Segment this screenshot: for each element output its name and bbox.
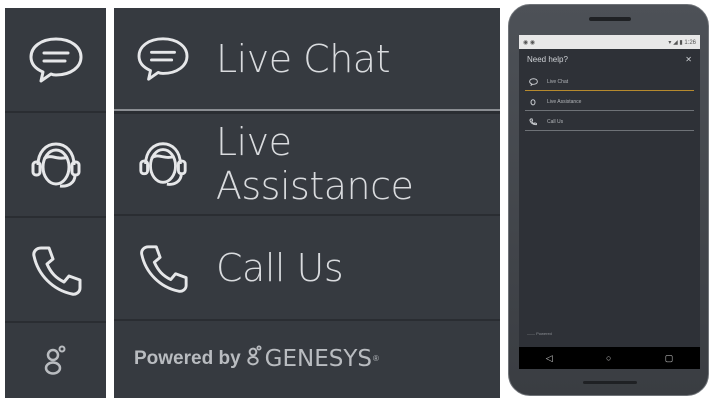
phone-header: Need help? ✕ — [519, 49, 700, 69]
phone-menu-item-label: Live Assistance — [547, 98, 582, 105]
menu-item-label: Live Chat — [216, 36, 390, 81]
sidebar-chat-button[interactable] — [5, 8, 106, 111]
agent-headset-icon — [134, 135, 192, 193]
phone-header-title: Need help? — [527, 54, 568, 64]
menu-item-live-chat[interactable]: Live Chat — [114, 8, 500, 109]
menu-item-label: Live Assistance — [215, 120, 414, 208]
registered-mark: ® — [373, 354, 379, 363]
phone-powered-by: —— Powered — [527, 331, 552, 336]
chat-bubble-icon — [134, 30, 192, 88]
phone-icon — [134, 239, 192, 297]
phone-menu-item-live-assistance[interactable]: Live Assistance — [525, 93, 694, 111]
phone-menu-item-label: Call Us — [547, 118, 564, 125]
agent-headset-icon — [529, 98, 541, 106]
status-bar: ◉ ◉ ▾ ◢ ▮ 1:26 — [519, 35, 700, 49]
agent-headset-icon — [31, 141, 80, 188]
status-right-icons: ▾ ◢ ▮ 1:26 — [668, 39, 696, 46]
phone-menu-item-live-chat[interactable]: Live Chat — [525, 73, 694, 91]
phone-menu-item-call-us[interactable]: Call Us — [525, 113, 694, 131]
android-nav-bar: ◁ ○ ▢ — [519, 347, 700, 369]
genesys-logo-icon — [44, 345, 65, 375]
recent-apps-icon[interactable]: ▢ — [665, 353, 674, 364]
close-icon[interactable]: ✕ — [685, 55, 692, 64]
status-left-icons: ◉ ◉ — [523, 39, 536, 46]
powered-by-text: Powered by — [134, 347, 241, 369]
chat-bubble-icon — [529, 77, 541, 86]
phone-speaker — [589, 17, 631, 21]
support-menu-panel: Live Chat Live Assistance Call Us Powere… — [114, 8, 500, 398]
sidebar-call-button[interactable] — [5, 218, 106, 321]
phone-icon — [31, 246, 81, 296]
home-icon[interactable]: ○ — [606, 353, 611, 363]
chat-bubble-icon — [29, 37, 82, 82]
menu-item-live-assistance[interactable]: Live Assistance — [114, 114, 500, 214]
phone-bottom-speaker — [583, 381, 637, 384]
phone-mockup: ◉ ◉ ▾ ◢ ▮ 1:26 Need help? ✕ Live Chat Li… — [508, 4, 709, 396]
phone-icon — [529, 117, 541, 126]
back-icon[interactable]: ◁ — [546, 353, 553, 364]
sidebar-brand — [5, 323, 106, 398]
menu-item-call-us[interactable]: Call Us — [114, 216, 500, 319]
genesys-logo-icon — [246, 343, 263, 374]
phone-menu-item-label: Live Chat — [547, 78, 569, 85]
sidebar-assistance-button[interactable] — [5, 113, 106, 216]
phone-screen: ◉ ◉ ▾ ◢ ▮ 1:26 Need help? ✕ Live Chat Li… — [519, 35, 700, 369]
menu-item-label: Call Us — [216, 245, 344, 290]
powered-by-footer: Powered by GENESYS ® — [134, 343, 379, 374]
menu-divider — [114, 319, 500, 321]
brand-name: GENESYS — [264, 345, 372, 372]
icon-sidebar-panel — [5, 8, 106, 398]
